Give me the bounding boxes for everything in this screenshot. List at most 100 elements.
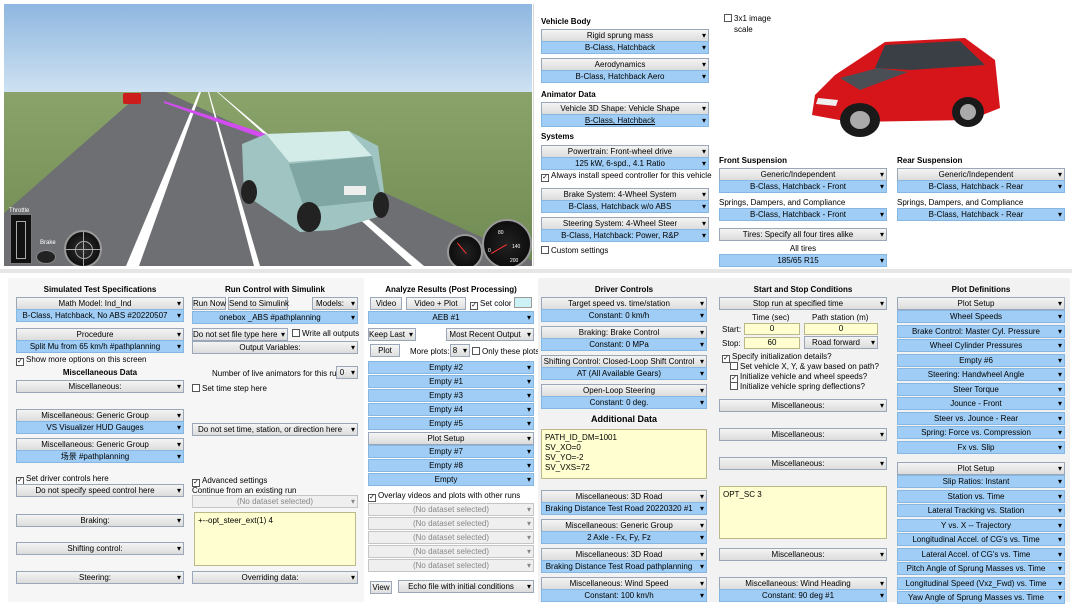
overlay-dataset-5[interactable]: (No dataset selected): [368, 559, 534, 572]
plot-definition-9[interactable]: Spring: Force vs. Compression: [897, 426, 1065, 439]
output-variables-dropdown[interactable]: Output Variables:: [192, 341, 358, 354]
steering-system-link[interactable]: B-Class, Hatchback: Power, R&P: [541, 229, 709, 242]
plot-setup-dropdown[interactable]: Plot Setup: [368, 432, 534, 445]
send-to-simulink-button[interactable]: Send to Simulink: [228, 297, 289, 310]
start-time-input[interactable]: 0: [744, 323, 800, 335]
init-spring-checkbox[interactable]: Initialize vehicle spring deflections?: [730, 382, 865, 392]
plot-slot-1[interactable]: Empty #2: [368, 361, 534, 374]
braking-dropdown[interactable]: Braking:: [16, 514, 184, 527]
misc-generic-group-link-1[interactable]: VS Visualizer HUD Gauges: [16, 421, 184, 434]
plot-definition-2-6[interactable]: Lateral Accel. of CG's vs. Time: [897, 547, 1065, 561]
powertrain-link[interactable]: 125 kW, 6-spd., 4.1 Ratio: [541, 157, 709, 170]
open-loop-steering-link[interactable]: Constant: 0 deg.: [541, 396, 707, 409]
image-scale-checkbox[interactable]: 3x1 image: [724, 14, 771, 24]
view-button[interactable]: View: [370, 581, 392, 594]
plot-setup-dropdown-1[interactable]: Plot Setup: [897, 297, 1065, 310]
more-plots-dropdown[interactable]: 8: [450, 344, 470, 357]
math-model-link[interactable]: B-Class, Hatchback, No ABS #20220507: [16, 309, 184, 322]
file-type-dropdown[interactable]: Do not set file type here: [192, 328, 288, 341]
3d-road-link-2[interactable]: Braking Distance Test Road pathplanning: [541, 560, 707, 573]
plot-setup-dropdown-2[interactable]: Plot Setup: [897, 462, 1065, 475]
run-now-button[interactable]: Run Now: [192, 297, 226, 310]
steering-dropdown[interactable]: Steering:: [16, 571, 184, 584]
plot-slot-2[interactable]: Empty #1: [368, 375, 534, 388]
overlay-dataset-4[interactable]: (No dataset selected): [368, 545, 534, 558]
plot-slot-3[interactable]: Empty #3: [368, 389, 534, 402]
plot-slot-4[interactable]: Empty #4: [368, 403, 534, 416]
plot-definition-4[interactable]: Empty #6: [897, 353, 1065, 367]
rigid-sprung-mass-link[interactable]: B-Class, Hatchback: [541, 41, 709, 54]
plot-definition-3[interactable]: Wheel Cylinder Pressures: [897, 339, 1065, 352]
misc-dropdown-ss-3[interactable]: Miscellaneous:: [719, 457, 887, 470]
existing-run-dropdown[interactable]: (No dataset selected): [192, 495, 358, 508]
stop-time-input[interactable]: 60: [744, 337, 800, 349]
plot-definition-2-9[interactable]: Yaw Angle of Sprung Masses vs. Time: [897, 591, 1065, 604]
overlay-checkbox[interactable]: ✓ Overlay videos and plots with other run…: [368, 491, 520, 502]
misc-dropdown-ss-4[interactable]: Miscellaneous:: [719, 548, 887, 561]
overriding-data-dropdown[interactable]: Overriding data:: [192, 571, 358, 584]
plot-definition-10[interactable]: Fx vs. Slip: [897, 440, 1065, 454]
misc-dropdown-1[interactable]: Miscellaneous:: [16, 380, 184, 393]
custom-settings-checkbox[interactable]: Custom settings: [541, 246, 608, 256]
aerodynamics-link[interactable]: B-Class, Hatchback Aero: [541, 70, 709, 83]
time-step-checkbox[interactable]: Set time step here: [192, 384, 267, 394]
run-control-notes[interactable]: +--opt_steer_ext(1) 4: [194, 512, 356, 566]
vehicle-shape-link[interactable]: B-Class, Hatchback: [541, 114, 709, 127]
most-recent-dropdown[interactable]: Most Recent Output: [446, 328, 534, 341]
misc-dropdown-ss-1[interactable]: Miscellaneous:: [719, 399, 887, 412]
road-direction-dropdown[interactable]: Road forward: [804, 336, 878, 349]
brake-system-link[interactable]: B-Class, Hatchback w/o ABS: [541, 200, 709, 213]
additional-data-notes[interactable]: PATH_ID_DM=1001 SV_XO=0 SV_YO=-2 SV_VXS=…: [541, 429, 707, 479]
speed-controller-checkbox[interactable]: ✓ Always install speed controller for thi…: [541, 171, 712, 182]
plot-slot-7[interactable]: Empty #7: [368, 445, 534, 458]
3d-road-link-1[interactable]: Braking Distance Test Road 20220320 #1: [541, 502, 707, 515]
plot-definition-2-4[interactable]: Y vs. X -- Trajectory: [897, 518, 1065, 532]
plot-button[interactable]: Plot: [370, 344, 400, 357]
plot-definition-6[interactable]: Steer Torque: [897, 382, 1065, 396]
rear-springs-link[interactable]: B-Class, Hatchback - Rear: [897, 208, 1065, 221]
video-plot-button[interactable]: Video + Plot: [406, 297, 466, 310]
overlay-dataset-1[interactable]: (No dataset selected): [368, 503, 534, 516]
plot-definition-2-2[interactable]: Station vs. Time: [897, 489, 1065, 503]
plot-definition-2-8[interactable]: Longitudinal Speed (Vxz_Fwd) vs. Time: [897, 576, 1065, 590]
plot-definition-2-5[interactable]: Longitudinal Accel. of CG's vs. Time: [897, 533, 1065, 546]
plot-definition-2-7[interactable]: Pitch Angle of Sprung Masses vs. Time: [897, 562, 1065, 575]
models-dropdown[interactable]: Models:: [312, 297, 358, 310]
speed-control-dropdown[interactable]: Do not specify speed control here: [16, 484, 184, 497]
set-color-checkbox[interactable]: ✓ Set color: [470, 299, 512, 310]
procedure-link[interactable]: Split Mu from 65 km/h #pathplanning: [16, 340, 184, 353]
shifting-control-link[interactable]: AT (All Available Gears): [541, 367, 707, 380]
plot-definition-1[interactable]: Wheel Speeds: [897, 310, 1065, 323]
tire-link[interactable]: 185/65 R15: [719, 254, 887, 267]
wind-speed-link[interactable]: Constant: 100 km/h: [541, 589, 707, 602]
write-all-outputs-checkbox[interactable]: Write all outputs: [292, 329, 359, 339]
overlay-dataset-3[interactable]: (No dataset selected): [368, 531, 534, 544]
animation-viewport[interactable]: Throttle Brake 80 140 200 0: [4, 4, 532, 266]
model-link[interactable]: onebox _ABS #pathplanning: [192, 311, 358, 324]
front-springs-link[interactable]: B-Class, Hatchback - Front: [719, 208, 887, 221]
plot-definition-8[interactable]: Steer vs. Jounce - Rear: [897, 411, 1065, 425]
color-swatch[interactable]: [514, 297, 532, 308]
overlay-dataset-2[interactable]: (No dataset selected): [368, 517, 534, 530]
tires-dropdown[interactable]: Tires: Specify all four tires alike: [719, 228, 887, 241]
front-suspension-link[interactable]: B-Class, Hatchback - Front: [719, 180, 887, 193]
plot-definition-2-3[interactable]: Lateral Tracking vs. Station: [897, 504, 1065, 517]
wind-heading-link[interactable]: Constant: 90 deg #1: [719, 589, 887, 602]
plot-definition-2-1[interactable]: Slip Ratios: Instant: [897, 475, 1065, 488]
set-xy-yaw-checkbox[interactable]: Set vehicle X, Y, & yaw based on path?: [730, 362, 879, 372]
keep-last-dropdown[interactable]: Keep Last: [368, 328, 416, 341]
plot-slot-9[interactable]: Empty: [368, 473, 534, 486]
video-button[interactable]: Video: [370, 297, 402, 310]
target-speed-link[interactable]: Constant: 0 km/h: [541, 309, 707, 322]
misc-dropdown-ss-2[interactable]: Miscellaneous:: [719, 428, 887, 441]
plot-slot-5[interactable]: Empty #5: [368, 417, 534, 430]
shifting-dropdown[interactable]: Shifting control:: [16, 542, 184, 555]
plot-definition-5[interactable]: Steering: Handwheel Angle: [897, 368, 1065, 381]
live-animators-dropdown[interactable]: 0: [336, 366, 358, 379]
start-station-input[interactable]: 0: [804, 323, 878, 335]
generic-group-link[interactable]: 2 Axle - Fx, Fy, Fz: [541, 531, 707, 544]
aeb-dropdown[interactable]: AEB #1: [368, 311, 534, 324]
braking-control-link[interactable]: Constant: 0 MPa: [541, 338, 707, 351]
plot-definition-2[interactable]: Brake Control: Master Cyl. Pressure: [897, 324, 1065, 338]
stop-run-dropdown[interactable]: Stop run at specified time: [719, 297, 887, 310]
